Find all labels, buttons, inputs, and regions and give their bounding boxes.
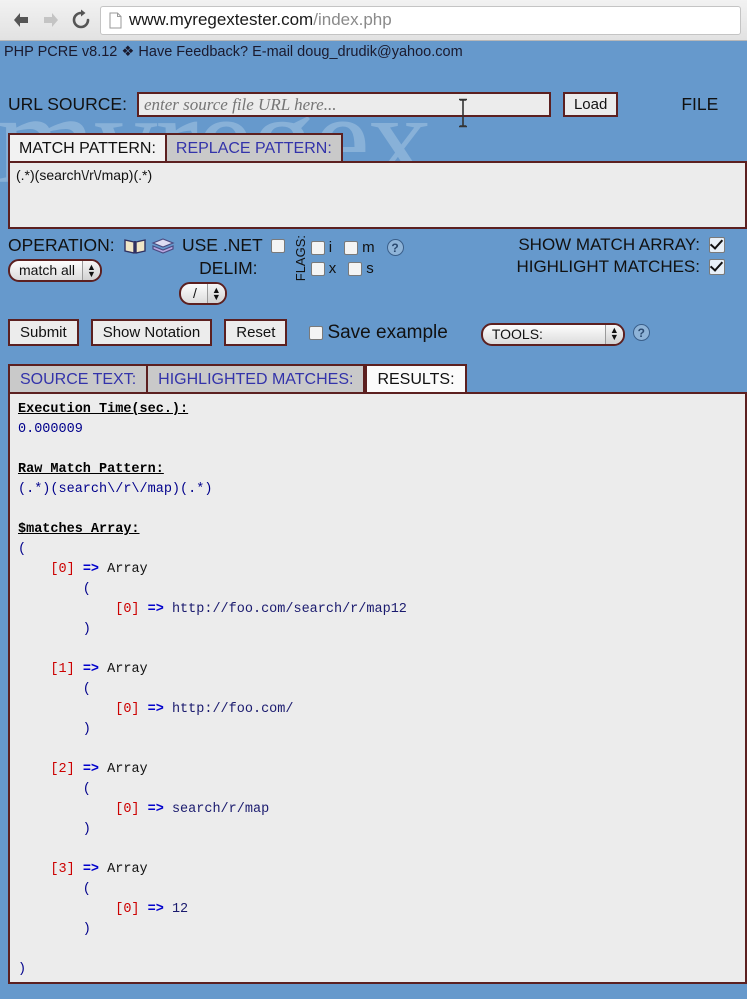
flag-x[interactable]: x xyxy=(310,260,337,278)
pcre-info-line: PHP PCRE v8.12 ❖ Have Feedback? E-mail d… xyxy=(4,44,463,60)
highlight-matches-label: HIGHLIGHT MATCHES: xyxy=(516,257,700,276)
operation-row: OPERATION: match all ▲ ▼ USE .NET DELIM:… xyxy=(0,235,747,305)
page-icon xyxy=(109,12,122,28)
back-button[interactable] xyxy=(6,5,36,35)
flags-block: FLAGS: i m ? x s xyxy=(293,235,404,281)
use-net-label: USE .NET xyxy=(182,235,263,255)
flag-x-label: x xyxy=(328,260,337,278)
url-source-label: URL SOURCE: xyxy=(8,94,127,114)
tools-select-value: TOOLS: xyxy=(491,325,543,342)
highlight-matches-row[interactable]: HIGHLIGHT MATCHES: xyxy=(516,257,725,277)
reload-button[interactable] xyxy=(66,5,96,35)
pattern-tab-bar: MATCH PATTERN: REPLACE PATTERN: xyxy=(0,133,747,161)
address-bar[interactable]: www.myregextester.com/index.php xyxy=(100,5,741,35)
show-match-array-row[interactable]: SHOW MATCH ARRAY: xyxy=(516,235,725,255)
load-button[interactable]: Load xyxy=(562,92,619,117)
results-panel: Execution Time(sec.): 0.000009 Raw Match… xyxy=(8,392,747,984)
operation-select[interactable]: match all ▲ ▼ xyxy=(8,259,102,282)
save-example-row[interactable]: Save example xyxy=(309,321,448,344)
tools-select[interactable]: TOOLS: ▲ ▼ xyxy=(480,322,625,346)
url-path: /index.php xyxy=(313,10,392,29)
save-example-label: Save example xyxy=(327,321,448,343)
results-output: Execution Time(sec.): 0.000009 Raw Match… xyxy=(18,402,407,977)
submit-button[interactable]: Submit xyxy=(8,319,79,346)
show-notation-button[interactable]: Show Notation xyxy=(90,319,213,346)
chevron-updown-icon: ▲ ▼ xyxy=(82,261,100,280)
flag-s[interactable]: s xyxy=(348,260,374,277)
file-label: FILE xyxy=(681,94,719,114)
operation-label: OPERATION: xyxy=(8,235,115,255)
delim-label: DELIM: xyxy=(199,258,258,278)
flag-m-label: m xyxy=(362,239,375,257)
flag-s-label: s xyxy=(366,260,374,278)
url-host: www.myregextester.com xyxy=(129,10,314,29)
url-source-row: URL SOURCE: Load FILE xyxy=(0,92,747,128)
chevron-updown-icon: ▲ ▼ xyxy=(604,324,623,344)
flag-m-checkbox[interactable] xyxy=(344,240,359,255)
highlight-matches-checkbox[interactable] xyxy=(709,259,725,275)
tab-source-text[interactable]: SOURCE TEXT: xyxy=(8,364,149,392)
show-match-array-label: SHOW MATCH ARRAY: xyxy=(518,235,700,254)
use-net-checkbox[interactable] xyxy=(270,238,285,253)
reload-icon xyxy=(72,9,90,29)
flag-i-label: i xyxy=(328,239,333,257)
results-tab-bar: SOURCE TEXT: HIGHLIGHTED MATCHES: RESULT… xyxy=(0,364,747,392)
delim-select-value: / xyxy=(193,285,197,301)
flag-m[interactable]: m xyxy=(344,239,375,256)
flag-x-checkbox[interactable] xyxy=(310,261,325,276)
flag-i-checkbox[interactable] xyxy=(310,240,325,255)
tab-highlighted-matches[interactable]: HIGHLIGHTED MATCHES: xyxy=(148,364,366,392)
save-example-checkbox[interactable] xyxy=(309,325,324,340)
match-pattern-textarea[interactable]: (.*)(search\/r\/map)(.*) xyxy=(8,161,747,229)
tab-replace-pattern[interactable]: REPLACE PATTERN: xyxy=(166,133,343,161)
display-options: SHOW MATCH ARRAY: HIGHLIGHT MATCHES: xyxy=(516,235,725,279)
arrow-left-icon xyxy=(14,13,28,27)
flags-help-icon[interactable]: ? xyxy=(386,239,404,257)
show-match-array-checkbox[interactable] xyxy=(709,237,725,253)
flags-label: FLAGS: xyxy=(292,235,308,282)
tools-help-icon[interactable]: ? xyxy=(632,324,650,341)
page-content: myregex PHP PCRE v8.12 ❖ Have Feedback? … xyxy=(0,41,747,999)
url-source-input[interactable] xyxy=(136,92,551,117)
chevron-updown-icon: ▲ ▼ xyxy=(206,284,225,303)
flag-s-checkbox[interactable] xyxy=(348,261,363,276)
drawer-icon[interactable] xyxy=(151,237,175,255)
actions-row: Submit Show Notation Reset Save example … xyxy=(0,319,747,346)
reset-button[interactable]: Reset xyxy=(224,319,288,346)
forward-button[interactable] xyxy=(36,5,66,35)
delim-select[interactable]: / ▲ ▼ xyxy=(179,282,227,305)
tab-match-pattern[interactable]: MATCH PATTERN: xyxy=(8,133,167,161)
tab-results[interactable]: RESULTS: xyxy=(365,364,467,392)
flag-i[interactable]: i xyxy=(310,239,333,257)
book-icon[interactable] xyxy=(124,237,146,255)
operation-select-value: match all xyxy=(19,262,76,278)
arrow-right-icon xyxy=(44,13,58,27)
browser-toolbar: www.myregextester.com/index.php xyxy=(0,0,747,41)
